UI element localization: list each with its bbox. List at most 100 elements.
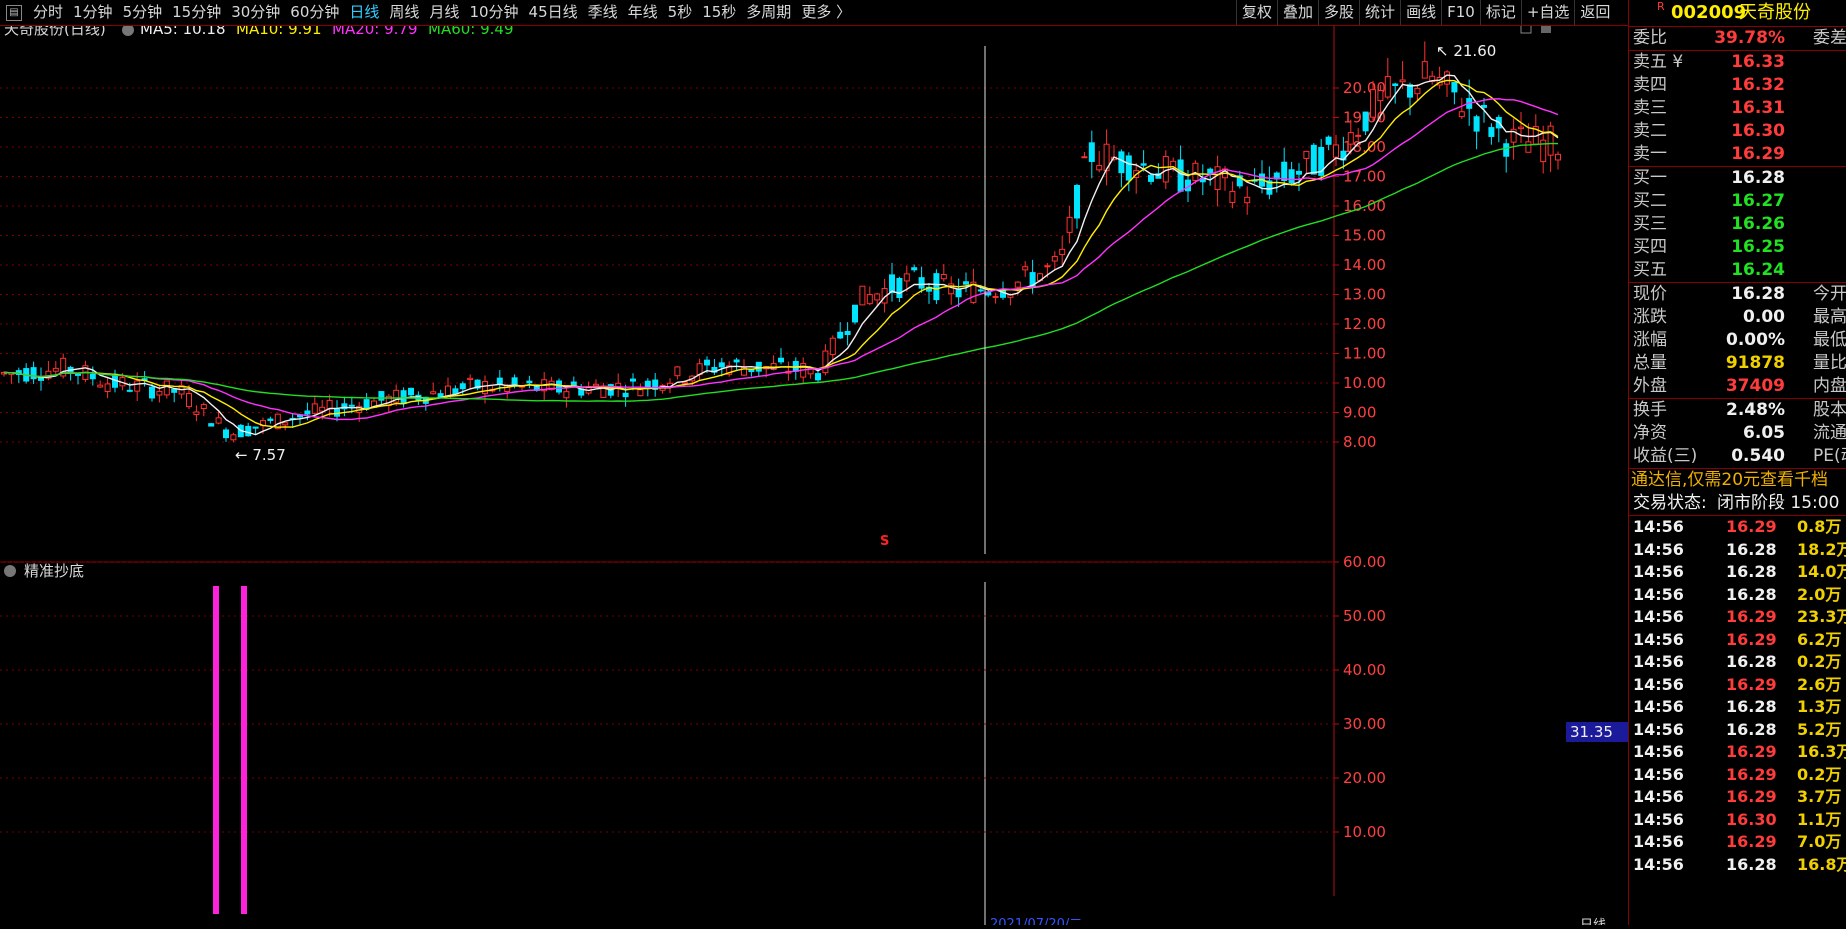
candle-down: [1148, 174, 1154, 182]
weibi-value: 39.78%: [1714, 28, 1785, 48]
candle-down: [1288, 169, 1295, 184]
period-button-7[interactable]: 周线: [384, 0, 424, 25]
ask-price: 16.30: [1731, 121, 1785, 141]
tick-time: 14:56: [1633, 674, 1684, 694]
tick-list[interactable]: 14:5616.290.8万14:5616.2818.2万14:5616.281…: [1629, 516, 1846, 876]
candle-down: [1392, 83, 1399, 87]
tool-button-7[interactable]: +自选: [1520, 0, 1575, 25]
period-button-13[interactable]: 5秒: [663, 0, 698, 25]
tick-volume: 23.3万: [1797, 607, 1846, 626]
period-button-1[interactable]: 1分钟: [68, 0, 118, 25]
ad-banner[interactable]: 通达信,仅需20元查看千档: [1629, 469, 1846, 492]
tick-volume: 0.2万: [1797, 764, 1842, 784]
period-button-14[interactable]: 15秒: [697, 0, 741, 25]
candle-up: [1333, 144, 1339, 158]
chart-title: 天奇股份(日线): [4, 26, 106, 38]
bid-price: 16.27: [1731, 191, 1785, 211]
candle-down: [918, 277, 925, 289]
tool-button-1[interactable]: 叠加: [1277, 0, 1318, 25]
tick-time: 14:56: [1633, 584, 1684, 604]
tick-time: 14:56: [1633, 607, 1684, 626]
bid-label: 买五: [1633, 260, 1667, 280]
period-button-3[interactable]: 15分钟: [167, 0, 226, 25]
candle-down: [30, 367, 37, 380]
weibi-label: 委比: [1633, 28, 1667, 48]
bid-price: 16.28: [1731, 168, 1785, 188]
candle-up: [193, 411, 200, 415]
tool-button-5[interactable]: F10: [1441, 0, 1480, 25]
tool-button-0[interactable]: 复权: [1236, 0, 1277, 25]
period-button-10[interactable]: 45日线: [524, 0, 583, 25]
candle-down: [496, 377, 503, 385]
period-button-4[interactable]: 30分钟: [226, 0, 285, 25]
tick-volume: 2.0万: [1797, 584, 1842, 604]
period-button-9[interactable]: 10分钟: [464, 0, 523, 25]
period-button-0[interactable]: 分时: [28, 0, 68, 25]
tool-button-6[interactable]: 标记: [1479, 0, 1521, 25]
period-button-12[interactable]: 年线: [623, 0, 663, 25]
stat-label: 换手: [1633, 400, 1667, 420]
stock-header: R 002009 天奇股份: [1629, 0, 1846, 26]
tool-buttons: 复权 叠加 多股 统计 画线 F10 标记 +自选 返回: [1236, 0, 1615, 25]
crosshair-date-label: 2021/07/20/二: [990, 917, 1082, 925]
candle-down: [778, 357, 784, 363]
period-button-16[interactable]: 更多 〉: [796, 0, 856, 25]
candle-down: [526, 380, 533, 384]
price-tick-label: 14.00: [1343, 256, 1386, 274]
candle-down: [348, 404, 355, 407]
candle-down: [1177, 159, 1184, 192]
tool-button-2[interactable]: 多股: [1318, 0, 1359, 25]
chart-area[interactable]: 天奇股份(日线) MA5: 10.18 MA10: 9.91 MA20: 9.79 MA…: [0, 20, 1628, 929]
tick-volume: 5.2万: [1797, 719, 1842, 739]
candle-up: [1421, 61, 1428, 79]
tick-time: 14:56: [1633, 629, 1684, 649]
candle-down: [852, 304, 858, 323]
candle-down: [1118, 151, 1125, 174]
candle-down: [378, 391, 385, 401]
candle-up: [97, 384, 104, 388]
stat-label-2: 今开: [1813, 284, 1846, 304]
period-button-15[interactable]: 多周期: [741, 0, 796, 25]
candle-down: [171, 388, 178, 393]
bid-row: 买一 16.28: [1629, 167, 1846, 190]
bid-price: 16.24: [1731, 260, 1785, 280]
ask-row: 卖二 16.30: [1629, 120, 1846, 143]
stat-label-2: PE(动): [1813, 446, 1846, 466]
candle-up: [1370, 89, 1376, 118]
tool-button-4[interactable]: 画线: [1400, 0, 1441, 25]
tick-row: 14:56 16.28 18.2万: [1629, 539, 1846, 562]
period-button-2[interactable]: 5分钟: [118, 0, 168, 25]
price-tick-label: 11.00: [1343, 345, 1386, 363]
tick-price: 16.29: [1726, 832, 1777, 851]
tick-price: 16.29: [1726, 674, 1777, 694]
ad-text[interactable]: 通达信,仅需20元查看千档: [1631, 469, 1828, 492]
candle-up: [319, 406, 326, 412]
period-button-8[interactable]: 月线: [424, 0, 464, 25]
ma-label-1: MA10: 9.91: [236, 26, 322, 38]
stat-label-2: 量比: [1813, 353, 1846, 373]
candle-up: [866, 294, 873, 305]
candle-down: [252, 426, 259, 429]
stat-row: 净资 6.05 流通: [1629, 422, 1846, 445]
price-tick-label: 12.00: [1343, 315, 1386, 333]
tick-row: 14:56 16.29 6.2万: [1629, 629, 1846, 652]
period-button-11[interactable]: 季线: [583, 0, 623, 25]
candle-down: [304, 410, 311, 415]
tick-volume: 7.0万: [1797, 832, 1842, 851]
bid-row: 买三 16.26: [1629, 213, 1846, 236]
period-button-5[interactable]: 60分钟: [285, 0, 344, 25]
candle-down: [630, 378, 636, 382]
candle-down: [408, 387, 414, 396]
price-tick-label: 8.00: [1343, 433, 1376, 451]
ask-label: 卖二: [1633, 121, 1667, 141]
kline-chart[interactable]: 天奇股份(日线) MA5: 10.18 MA10: 9.91 MA20: 9.79 MA…: [0, 20, 1628, 929]
candle-up: [1066, 216, 1073, 233]
candle-up: [134, 380, 141, 392]
bid-price: 16.26: [1731, 214, 1785, 234]
indicator-tick-label: 10.00: [1343, 823, 1386, 841]
tool-button-3[interactable]: 统计: [1359, 0, 1400, 25]
menu-icon[interactable]: ▤: [6, 4, 22, 21]
tool-button-8[interactable]: 返回: [1574, 0, 1615, 25]
ask-row: 卖一 16.29: [1629, 143, 1846, 166]
period-button-6[interactable]: 日线: [344, 0, 384, 25]
